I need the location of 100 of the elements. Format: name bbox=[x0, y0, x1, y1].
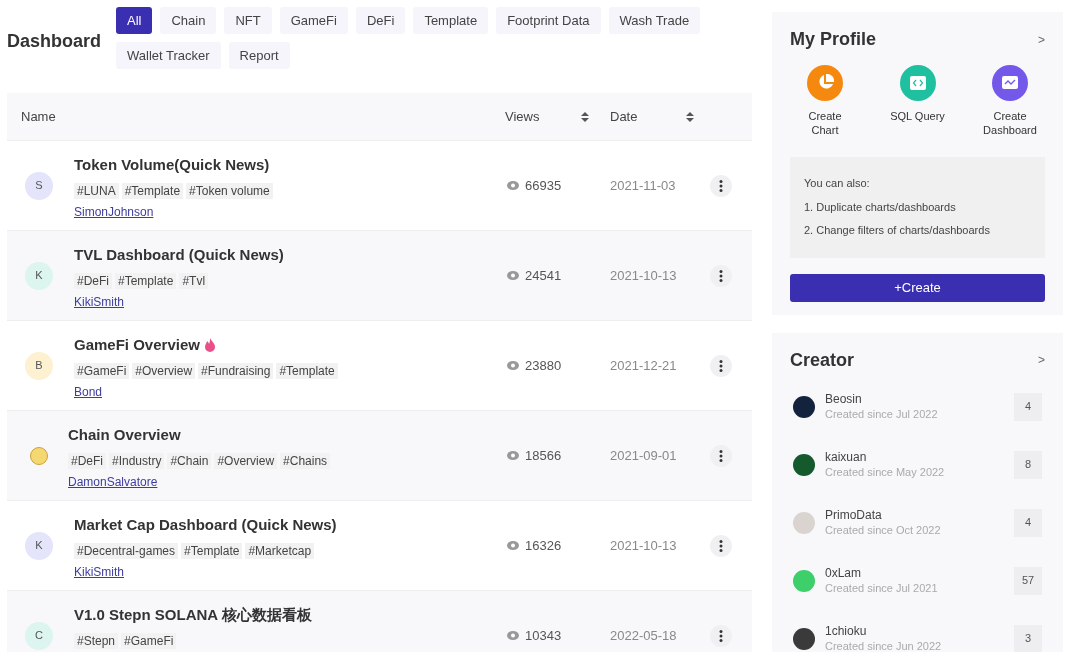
tag[interactable]: #Overview bbox=[214, 452, 278, 469]
more-button[interactable] bbox=[710, 354, 732, 377]
avatar-icon bbox=[793, 627, 815, 650]
tag[interactable]: #Token volume bbox=[186, 182, 273, 199]
creator-name[interactable]: Beosin bbox=[825, 392, 1014, 407]
view-count: 18566 bbox=[525, 446, 562, 465]
column-header: Name bbox=[21, 107, 56, 126]
tag[interactable]: #Stepn bbox=[74, 632, 119, 649]
more-link[interactable]: > bbox=[1038, 30, 1045, 49]
tag[interactable]: #GameFi bbox=[74, 362, 130, 379]
card-title: My Profile bbox=[790, 28, 877, 51]
more-button[interactable] bbox=[710, 444, 732, 467]
action-button[interactable]: SQL Query bbox=[872, 65, 963, 137]
author-link[interactable]: KikiSmith bbox=[74, 564, 124, 579]
more-icon bbox=[719, 449, 723, 462]
tip-text: 1. Duplicate charts/dashboards bbox=[804, 199, 957, 215]
action-button[interactable]: Create Dashboard bbox=[965, 65, 1055, 137]
creator-name[interactable]: PrimoData bbox=[825, 508, 1014, 523]
tag[interactable]: #Fundraising bbox=[198, 362, 274, 379]
more-button[interactable] bbox=[710, 174, 732, 197]
eye-icon bbox=[507, 451, 519, 460]
tag[interactable]: #Decentral-games bbox=[74, 542, 179, 559]
author-link[interactable]: SimonJohnson bbox=[74, 204, 154, 219]
creator-name[interactable]: kaixuan bbox=[825, 450, 1014, 465]
tip-text: 2. Change filters of charts/dashboards bbox=[804, 223, 991, 238]
tag[interactable]: #Chains bbox=[280, 452, 331, 469]
dashboard-title[interactable]: GameFi Overview bbox=[74, 334, 200, 357]
avatar-icon bbox=[793, 569, 815, 592]
dashboard-title[interactable]: Market Cap Dashboard (Quick News) bbox=[74, 514, 337, 537]
tag[interactable]: #Marketcap bbox=[245, 542, 315, 559]
card-title: Creator bbox=[790, 348, 855, 372]
creator-since: Created since Jul 2022 bbox=[825, 407, 939, 421]
pie-chart-icon bbox=[807, 65, 843, 101]
page-title: Dashboard bbox=[7, 30, 103, 53]
tag[interactable]: #Template bbox=[276, 362, 338, 379]
more-icon bbox=[719, 179, 723, 192]
tag[interactable]: #Template bbox=[115, 272, 177, 289]
tag[interactable]: #DeFi bbox=[68, 452, 106, 469]
monitor-icon bbox=[992, 65, 1028, 101]
more-button[interactable] bbox=[710, 624, 732, 647]
creator-name[interactable]: 0xLam bbox=[825, 566, 1014, 581]
tag[interactable]: #Industry bbox=[109, 452, 165, 469]
more-icon bbox=[719, 629, 723, 642]
count-badge: 57 bbox=[1014, 566, 1042, 595]
code-icon bbox=[899, 65, 936, 101]
date-text: 2021-10-13 bbox=[610, 536, 678, 555]
flame-icon bbox=[203, 338, 216, 353]
creator-name[interactable]: 1chioku bbox=[825, 624, 1014, 639]
date-text: 2021-12-21 bbox=[610, 356, 678, 375]
tag[interactable]: #Template bbox=[121, 182, 184, 199]
avatar: K bbox=[25, 531, 53, 560]
creator-since: Created since Jul 2021 bbox=[825, 581, 939, 595]
view-count: 10343 bbox=[525, 626, 562, 645]
avatar: C bbox=[25, 621, 53, 650]
creator-since: Created since Oct 2022 bbox=[825, 523, 942, 537]
create-button[interactable]: +Create bbox=[790, 273, 1045, 302]
more-icon bbox=[719, 269, 723, 282]
tag[interactable]: #Overview bbox=[132, 362, 196, 379]
tag[interactable]: #Template bbox=[181, 542, 243, 559]
eye-icon bbox=[507, 271, 519, 280]
tag[interactable]: #DeFi bbox=[74, 272, 112, 289]
more-button[interactable] bbox=[710, 264, 732, 287]
filter-tab[interactable]: Chain bbox=[160, 7, 217, 34]
count-badge: 3 bbox=[1014, 624, 1042, 652]
filter-tab[interactable]: Report bbox=[228, 42, 290, 69]
author-link[interactable]: DamonSalvatore bbox=[68, 474, 158, 489]
tag[interactable]: #Tvl bbox=[179, 272, 209, 289]
eye-icon bbox=[507, 181, 519, 190]
filter-tab[interactable]: Wash Trade bbox=[608, 7, 701, 34]
filter-tab[interactable]: GameFi bbox=[279, 7, 348, 34]
author-link[interactable]: KikiSmith bbox=[74, 294, 124, 309]
avatar-icon bbox=[793, 453, 815, 476]
filter-tab[interactable]: Footprint Data bbox=[496, 7, 601, 34]
action-button[interactable]: Create Chart bbox=[780, 65, 870, 137]
dashboard-title[interactable]: Chain Overview bbox=[68, 424, 181, 447]
author-link[interactable]: Bond bbox=[74, 384, 103, 399]
eye-icon bbox=[507, 361, 519, 370]
tag[interactable]: #Chain bbox=[167, 452, 212, 469]
dashboard-title[interactable]: TVL Dashboard (Quick News) bbox=[74, 244, 284, 267]
sort-header[interactable]: Date bbox=[610, 106, 638, 127]
filter-tab[interactable]: Wallet Tracker bbox=[116, 42, 221, 69]
sort-header[interactable]: Views bbox=[505, 106, 540, 127]
filter-tab[interactable]: Template bbox=[413, 7, 489, 34]
eye-icon bbox=[507, 541, 519, 550]
filter-tab[interactable]: DeFi bbox=[355, 7, 406, 34]
eye-icon bbox=[507, 631, 519, 640]
more-button[interactable] bbox=[710, 534, 732, 557]
filter-tab[interactable]: All bbox=[116, 7, 153, 34]
date-text: 2021-09-01 bbox=[610, 446, 678, 465]
date-text: 2021-10-13 bbox=[610, 266, 678, 285]
filter-tab[interactable]: NFT bbox=[224, 7, 272, 34]
more-icon bbox=[719, 539, 723, 552]
dashboard-title[interactable]: Token Volume(Quick News) bbox=[74, 154, 270, 177]
date-text: 2021-11-03 bbox=[610, 176, 677, 195]
dashboard-title[interactable]: V1.0 Stepn SOLANA 核心数据看板 bbox=[74, 604, 312, 627]
tag[interactable]: #LUNA bbox=[74, 182, 119, 199]
view-count: 16326 bbox=[525, 536, 562, 555]
tag[interactable]: #GameFi bbox=[121, 632, 177, 649]
more-link[interactable]: > bbox=[1038, 351, 1045, 369]
creator-since: Created since Jun 2022 bbox=[825, 639, 943, 652]
